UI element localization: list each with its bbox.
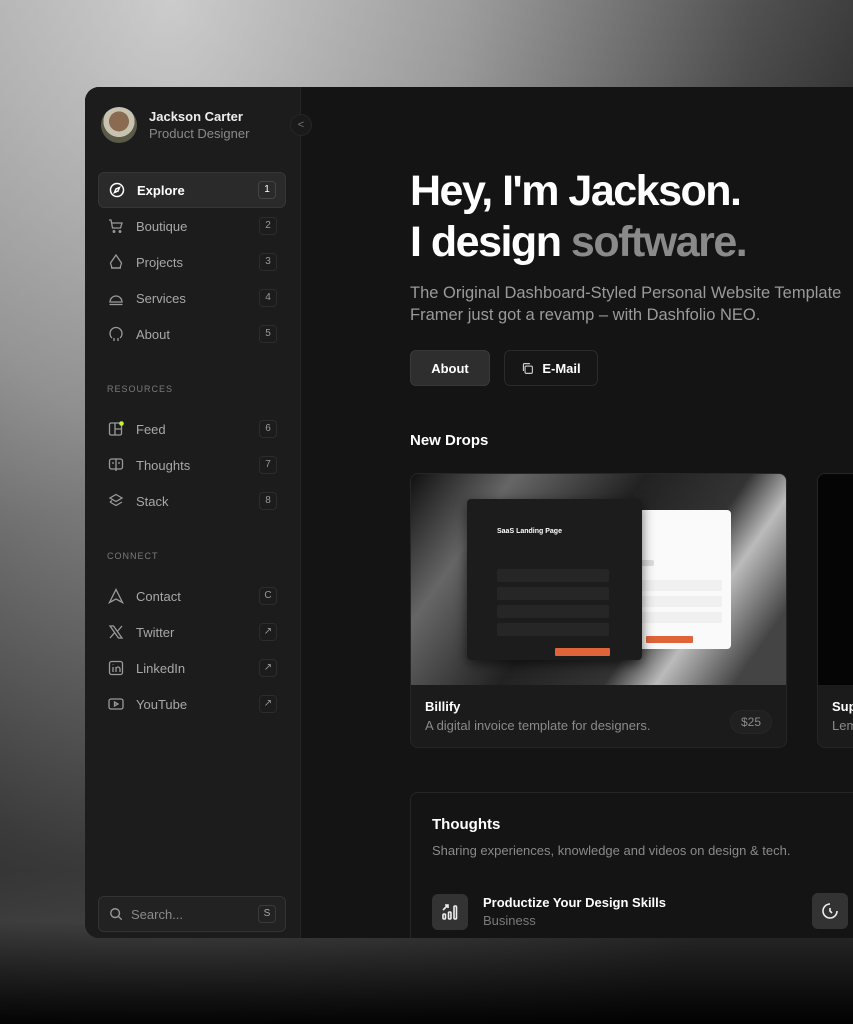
copy-icon — [523, 362, 534, 374]
hero-subtitle: The Original Dashboard-Styled Personal W… — [410, 282, 841, 326]
cart-icon — [109, 219, 123, 233]
product-preview-image: SaaS Landing Page — [411, 474, 786, 685]
section-label-resources: RESOURCES — [107, 384, 174, 394]
product-description: Lem — [832, 718, 853, 733]
sidebar-item-linkedin[interactable]: LinkedIn ↗ — [98, 650, 286, 686]
sidebar-item-label: Explore — [137, 182, 185, 198]
thoughts-heading: Thoughts — [432, 816, 501, 833]
email-button-label: E-Mail — [542, 360, 581, 376]
sidebar-item-contact[interactable]: Contact C — [98, 578, 286, 614]
bell-service-icon — [109, 295, 123, 306]
preview-dark-mockup: SaaS Landing Page — [467, 499, 642, 660]
sidebar-item-about[interactable]: About 5 — [98, 316, 286, 352]
timer-icon[interactable] — [812, 893, 848, 929]
thoughts-subtitle: Sharing experiences, knowledge and video… — [432, 843, 791, 858]
app-window: Jackson Carter Product Designer Explore … — [85, 87, 853, 938]
thought-title: Productize Your Design Skills — [483, 895, 667, 910]
hero-title-highlight: software. — [570, 218, 748, 266]
sidebar-item-label: Boutique — [136, 218, 188, 234]
email-button[interactable]: E-Mail — [504, 350, 598, 386]
product-description: A digital invoice template for designers… — [425, 718, 651, 733]
profile-role: Product Designer — [149, 126, 250, 141]
feed-icon — [108, 421, 124, 436]
shortcut-badge: 6 — [259, 420, 277, 438]
sidebar-item-label: Thoughts — [136, 457, 191, 473]
book-icon — [108, 458, 124, 471]
sidebar-item-boutique[interactable]: Boutique 2 — [98, 208, 286, 244]
product-title: Sup — [832, 699, 853, 714]
sidebar: Jackson Carter Product Designer Explore … — [85, 87, 301, 938]
shortcut-badge: 2 — [259, 217, 277, 235]
external-link-icon: ↗ — [259, 695, 277, 713]
preview-title: SaaS Landing Page — [497, 528, 562, 535]
thought-category: Business — [483, 913, 536, 928]
pen-tool-icon — [109, 254, 123, 269]
external-link-icon: ↗ — [259, 659, 277, 677]
thoughts-section: Thoughts Sharing experiences, knowledge … — [410, 792, 853, 938]
shortcut-badge: S — [258, 905, 276, 923]
product-card[interactable]: SaaS Landing Page Billify A digital invo… — [410, 473, 787, 748]
sidebar-item-label: Feed — [136, 421, 166, 437]
sidebar-item-youtube[interactable]: YouTube ↗ — [98, 686, 286, 722]
layers-icon — [108, 493, 124, 507]
shortcut-badge: 4 — [259, 289, 277, 307]
sidebar-item-stack[interactable]: Stack 8 — [98, 483, 286, 519]
sidebar-item-thoughts[interactable]: Thoughts 7 — [98, 447, 286, 483]
sidebar-item-explore[interactable]: Explore 1 — [98, 172, 286, 208]
hero-title-line2: I design software. — [410, 218, 748, 267]
collapse-sidebar-button[interactable]: < — [290, 114, 312, 136]
linkedin-icon — [108, 660, 124, 676]
chevron-left-icon: < — [297, 119, 305, 131]
sidebar-item-label: Contact — [136, 588, 181, 604]
preview-cta — [555, 648, 610, 656]
shortcut-badge: 3 — [259, 253, 277, 271]
shortcut-badge: 7 — [259, 456, 277, 474]
product-title: Billify — [425, 699, 461, 714]
search-box[interactable]: S — [98, 896, 286, 932]
shortcut-badge: 1 — [258, 181, 276, 199]
search-icon — [110, 908, 123, 921]
avatar — [101, 107, 137, 143]
search-input[interactable] — [131, 906, 251, 922]
hero-subtitle-line2: Framer just got a revamp – with Dashfoli… — [410, 306, 761, 324]
sidebar-item-label: YouTube — [136, 696, 188, 712]
external-link-icon: ↗ — [259, 623, 277, 641]
youtube-icon — [108, 698, 124, 710]
product-card[interactable]: Sup Lem — [817, 473, 853, 748]
about-button-label: About — [431, 360, 469, 376]
sidebar-item-label: About — [136, 326, 170, 342]
sidebar-item-feed[interactable]: Feed 6 — [98, 411, 286, 447]
profile-name: Jackson Carter — [149, 109, 243, 124]
hero-title-text: I design — [410, 218, 571, 266]
sidebar-item-services[interactable]: Services 4 — [98, 280, 286, 316]
x-icon — [108, 625, 124, 639]
about-icon — [109, 326, 123, 341]
sidebar-item-twitter[interactable]: Twitter ↗ — [98, 614, 286, 650]
price-badge: $25 — [730, 710, 772, 734]
compass-icon — [109, 182, 125, 198]
about-button[interactable]: About — [410, 350, 490, 386]
new-drops-heading: New Drops — [410, 432, 489, 449]
shortcut-badge: 5 — [259, 325, 277, 343]
product-preview-image — [818, 474, 853, 685]
shortcut-badge: C — [259, 587, 277, 605]
sidebar-item-label: Services — [136, 290, 186, 306]
sidebar-item-label: LinkedIn — [136, 660, 186, 676]
send-icon — [108, 588, 124, 604]
chart-growth-icon — [432, 894, 468, 930]
shortcut-badge: 8 — [259, 492, 277, 510]
sidebar-item-projects[interactable]: Projects 3 — [98, 244, 286, 280]
section-label-connect: CONNECT — [107, 551, 159, 561]
hero-title-line1: Hey, I'm Jackson. — [410, 167, 742, 215]
hero-subtitle-line1: The Original Dashboard-Styled Personal W… — [410, 284, 842, 302]
sidebar-item-label: Twitter — [136, 624, 175, 640]
sidebar-item-label: Stack — [136, 493, 169, 509]
sidebar-item-label: Projects — [136, 254, 183, 270]
